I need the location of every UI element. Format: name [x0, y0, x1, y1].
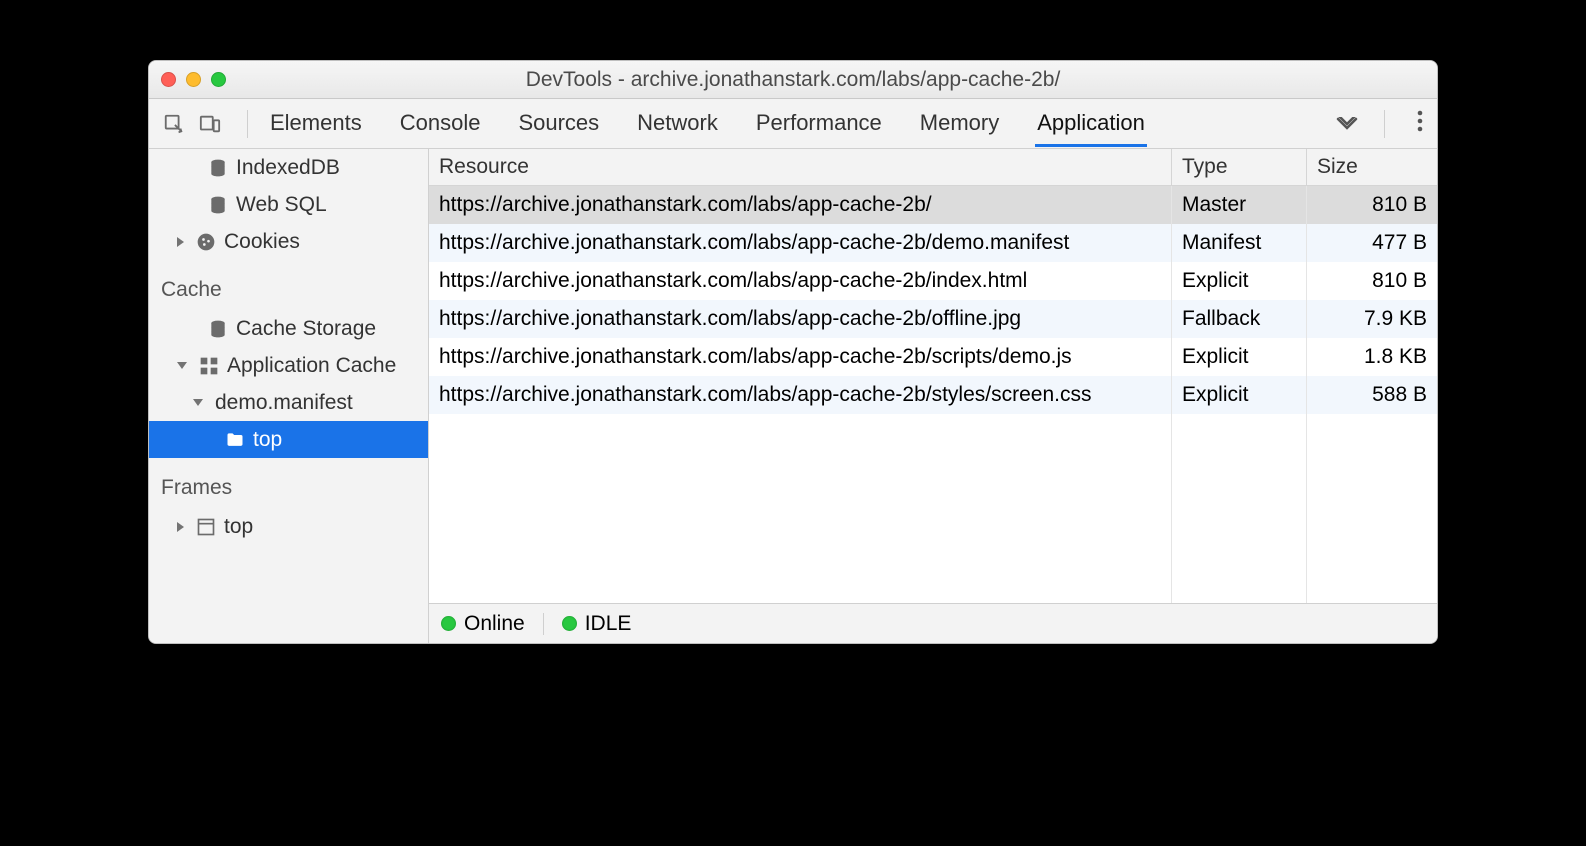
- sidebar-item-indexeddb[interactable]: IndexedDB: [149, 149, 428, 186]
- frame-icon: [196, 517, 216, 537]
- table-cell-type[interactable]: Explicit: [1172, 262, 1306, 300]
- col-header-size[interactable]: Size: [1307, 149, 1437, 185]
- table-cell-resource[interactable]: https://archive.jonathanstark.com/labs/a…: [429, 338, 1171, 376]
- sidebar-item-label: top: [224, 515, 253, 539]
- table-cell-size[interactable]: 810 B: [1307, 262, 1437, 300]
- sidebar-item-app-cache[interactable]: Application Cache: [149, 347, 428, 384]
- sidebar-item-label: top: [253, 428, 282, 452]
- table-cell-size[interactable]: 7.9 KB: [1307, 300, 1437, 338]
- sidebar-item-cookies[interactable]: Cookies: [149, 223, 428, 260]
- table-cell-size[interactable]: 1.8 KB: [1307, 338, 1437, 376]
- table-cell-resource[interactable]: https://archive.jonathanstark.com/labs/a…: [429, 262, 1171, 300]
- sidebar-item-label: Application Cache: [227, 354, 396, 378]
- tab-network[interactable]: Network: [635, 100, 720, 147]
- table-header: Resource Type Size: [429, 149, 1437, 186]
- table-cell-resource[interactable]: https://archive.jonathanstark.com/labs/a…: [429, 300, 1171, 338]
- table-cell-resource[interactable]: https://archive.jonathanstark.com/labs/a…: [429, 224, 1171, 262]
- status-online: Online: [464, 612, 525, 636]
- minimize-icon[interactable]: [186, 72, 201, 87]
- toolbar-separator: [1384, 110, 1385, 138]
- sidebar-item-websql[interactable]: Web SQL: [149, 186, 428, 223]
- table-cell-type[interactable]: Fallback: [1172, 300, 1306, 338]
- table-cell-type[interactable]: Explicit: [1172, 338, 1306, 376]
- device-toggle-icon[interactable]: [199, 113, 221, 135]
- zoom-icon[interactable]: [211, 72, 226, 87]
- database-icon: [208, 319, 228, 339]
- collapse-arrow-icon[interactable]: [177, 362, 187, 369]
- tab-memory[interactable]: Memory: [918, 100, 1001, 147]
- table-cell-size[interactable]: 477 B: [1307, 224, 1437, 262]
- database-icon: [208, 195, 228, 215]
- more-tabs-icon[interactable]: [1322, 111, 1372, 137]
- table-cell-type[interactable]: Manifest: [1172, 224, 1306, 262]
- table-cell-size[interactable]: 810 B: [1307, 186, 1437, 224]
- table-cell-resource[interactable]: https://archive.jonathanstark.com/labs/a…: [429, 376, 1171, 414]
- panel-tabs: Elements Console Sources Network Perform…: [260, 100, 1322, 147]
- tab-elements[interactable]: Elements: [268, 100, 364, 147]
- sidebar: IndexedDB Web SQL Cookies Cache Cache St…: [149, 149, 429, 643]
- expand-arrow-icon[interactable]: [177, 237, 184, 247]
- window-title: DevTools - archive.jonathanstark.com/lab…: [149, 68, 1437, 92]
- grid-icon: [199, 356, 219, 376]
- tab-performance[interactable]: Performance: [754, 100, 884, 147]
- status-separator: [543, 613, 544, 635]
- tab-sources[interactable]: Sources: [516, 100, 601, 147]
- table-cell-size[interactable]: 588 B: [1307, 376, 1437, 414]
- toolbar-separator: [247, 110, 248, 138]
- folder-icon: [225, 430, 245, 450]
- sidebar-item-label: demo.manifest: [215, 391, 353, 415]
- traffic-lights: [161, 72, 226, 87]
- inspect-icon[interactable]: [163, 113, 185, 135]
- table-cell-type[interactable]: Explicit: [1172, 376, 1306, 414]
- toolbar: Elements Console Sources Network Perform…: [149, 99, 1437, 149]
- titlebar: DevTools - archive.jonathanstark.com/lab…: [149, 61, 1437, 99]
- tab-application[interactable]: Application: [1035, 100, 1147, 147]
- sidebar-item-label: Cache Storage: [236, 317, 376, 341]
- table-cell-type[interactable]: Master: [1172, 186, 1306, 224]
- sidebar-section-frames: Frames: [149, 458, 428, 508]
- sidebar-item-cache-storage[interactable]: Cache Storage: [149, 310, 428, 347]
- main-panel: Resource Type Size https://archive.jonat…: [429, 149, 1437, 643]
- statusbar: Online IDLE: [429, 603, 1437, 643]
- status-idle: IDLE: [585, 612, 632, 636]
- tab-console[interactable]: Console: [398, 100, 483, 147]
- sidebar-item-top[interactable]: top: [149, 421, 428, 458]
- close-icon[interactable]: [161, 72, 176, 87]
- table-cell-resource[interactable]: https://archive.jonathanstark.com/labs/a…: [429, 186, 1171, 224]
- expand-arrow-icon[interactable]: [177, 522, 184, 532]
- sidebar-item-label: IndexedDB: [236, 156, 340, 180]
- sidebar-section-cache: Cache: [149, 260, 428, 310]
- sidebar-item-label: Web SQL: [236, 193, 327, 217]
- collapse-arrow-icon[interactable]: [193, 399, 203, 406]
- sidebar-item-frames-top[interactable]: top: [149, 508, 428, 545]
- sidebar-item-label: Cookies: [224, 230, 300, 254]
- database-icon: [208, 158, 228, 178]
- devtools-window: DevTools - archive.jonathanstark.com/lab…: [148, 60, 1438, 644]
- table-body: https://archive.jonathanstark.com/labs/a…: [429, 186, 1437, 603]
- panel-body: IndexedDB Web SQL Cookies Cache Cache St…: [149, 149, 1437, 643]
- status-dot-idle-icon: [562, 616, 577, 631]
- status-dot-online-icon: [441, 616, 456, 631]
- kebab-menu-icon[interactable]: [1417, 110, 1423, 138]
- col-header-resource[interactable]: Resource: [429, 149, 1172, 185]
- col-header-type[interactable]: Type: [1172, 149, 1307, 185]
- sidebar-item-manifest[interactable]: demo.manifest: [149, 384, 428, 421]
- cookie-icon: [196, 232, 216, 252]
